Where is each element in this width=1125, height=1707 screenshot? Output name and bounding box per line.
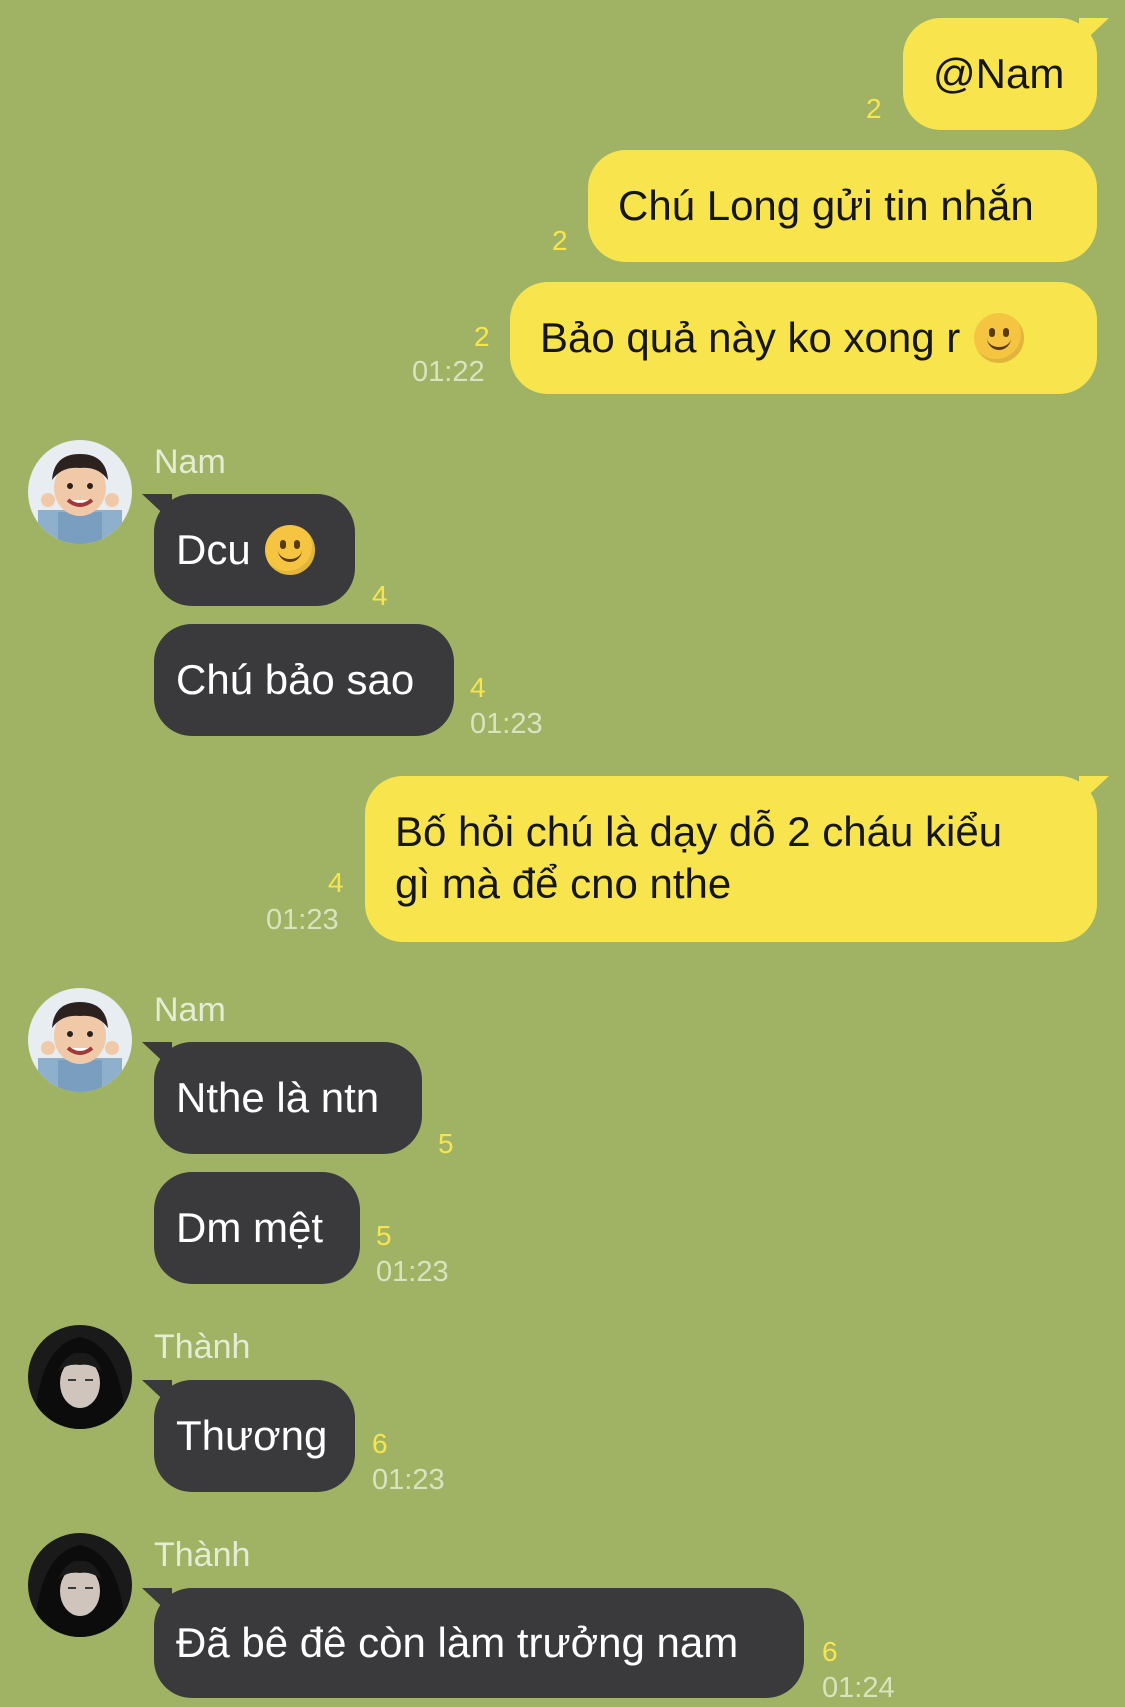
read-count: 2 [866,93,882,124]
incoming-message-bubble[interactable]: Chú bảo sao [154,624,454,736]
read-count: 4 [328,867,344,898]
outgoing-message-bubble[interactable]: Bảo quả này ko xong r [510,282,1097,394]
sender-name: Nam [154,443,226,481]
message-text: Thương [176,1412,328,1459]
read-count: 6 [822,1636,838,1667]
avatar-thanh[interactable] [28,1325,132,1429]
read-count: 4 [372,580,388,611]
avatar-nam[interactable] [28,440,132,544]
message-text: @Nam [933,50,1065,97]
message-time: 01:23 [266,904,339,936]
read-count: 2 [474,321,490,352]
sender-name: Thành [154,1536,251,1574]
person-photo-icon [28,1533,132,1637]
person-photo-icon [28,1325,132,1429]
read-count: 5 [376,1220,392,1251]
chat-thread[interactable]: @Nam 2 Chú Long gửi tin nhắn 2 Bảo quả n… [0,0,1125,1707]
message-text: Chú Long gửi tin nhắn [618,182,1034,229]
message-time: 01:23 [470,708,543,740]
slightly-smiling-face-icon [974,313,1025,363]
message-text: Nthe là ntn [176,1074,380,1121]
slightly-smiling-face-icon [264,525,315,575]
read-count: 6 [372,1428,388,1459]
avatar-nam[interactable] [28,988,132,1092]
message-time: 01:22 [412,356,485,388]
avatar-thanh[interactable] [28,1533,132,1637]
incoming-message-bubble[interactable]: Thương [142,1380,355,1492]
message-text: Chú bảo sao [176,656,415,703]
sender-name: Thành [154,1328,251,1366]
message-text: Đã bê đê còn làm trưởng nam [176,1619,739,1666]
incoming-message-bubble[interactable]: Nthe là ntn [142,1042,422,1154]
incoming-message-bubble[interactable]: Dm mệt [154,1172,360,1284]
sender-name: Nam [154,991,226,1029]
message-text: Dm mệt [176,1204,323,1251]
message-text-line-2: gì mà để cno nthe [395,860,732,907]
outgoing-message-bubble[interactable]: Chú Long gửi tin nhắn [588,150,1097,262]
read-count: 4 [470,672,486,703]
message-text-line-1: Bố hỏi chú là dạy dỗ 2 cháu kiểu [395,808,1003,855]
incoming-message-bubble[interactable]: Dcu [142,494,355,606]
read-count: 5 [438,1128,454,1159]
message-time: 01:23 [372,1464,445,1496]
read-count: 2 [552,225,568,256]
outgoing-message-bubble[interactable]: @Nam [903,18,1109,130]
child-photo-icon [28,988,132,1092]
message-text: Dcu [176,526,251,573]
message-time: 01:23 [376,1256,449,1288]
incoming-message-bubble[interactable]: Đã bê đê còn làm trưởng nam [142,1588,804,1698]
child-photo-icon [28,440,132,544]
outgoing-message-bubble[interactable]: Bố hỏi chú là dạy dỗ 2 cháu kiểu gì mà đ… [365,776,1109,942]
message-time: 01:24 [822,1672,895,1704]
message-text: Bảo quả này ko xong r [540,314,961,361]
